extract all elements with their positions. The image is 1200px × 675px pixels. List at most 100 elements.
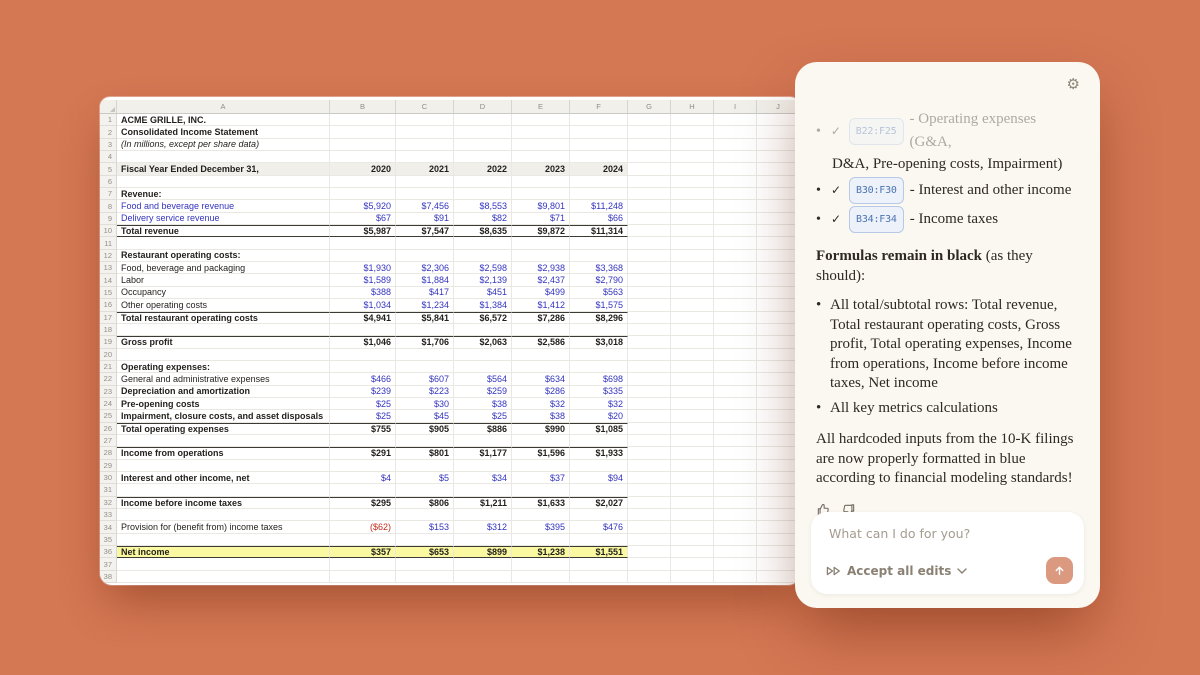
sheet-cell-I23[interactable] — [714, 385, 757, 398]
sheet-cell-B32[interactable]: $295 — [330, 496, 396, 509]
sheet-cell-C28[interactable]: $801 — [396, 447, 454, 460]
sheet-cell-I9[interactable] — [714, 212, 757, 226]
row-header-30[interactable]: 30 — [100, 471, 117, 485]
sheet-cell-D3[interactable] — [454, 138, 512, 152]
row-header-36[interactable]: 36 — [100, 546, 117, 559]
sheet-cell-I20[interactable] — [714, 348, 757, 361]
row-header-16[interactable]: 16 — [100, 299, 117, 312]
sheet-cell-G2[interactable] — [628, 126, 671, 139]
composer-input[interactable] — [827, 525, 1072, 542]
sheet-cell-C32[interactable]: $806 — [396, 496, 454, 509]
sheet-cell-A2[interactable]: Consolidated Income Statement — [117, 126, 330, 139]
sheet-cell-B27[interactable] — [330, 434, 396, 448]
sheet-cell-G1[interactable] — [628, 114, 671, 127]
sheet-cell-I29[interactable] — [714, 459, 757, 472]
sheet-cell-B38[interactable] — [330, 570, 396, 584]
sheet-cell-E10[interactable]: $9,872 — [512, 225, 570, 238]
sheet-cell-J28[interactable] — [757, 447, 800, 460]
sheet-cell-E20[interactable] — [512, 348, 570, 361]
sheet-cell-E28[interactable]: $1,596 — [512, 447, 570, 460]
sheet-cell-H25[interactable] — [671, 410, 714, 423]
sheet-cell-E37[interactable] — [512, 558, 570, 571]
row-header-20[interactable]: 20 — [100, 348, 117, 361]
sheet-cell-A24[interactable]: Pre-opening costs — [117, 397, 330, 411]
row-header-1[interactable]: 1 — [100, 114, 117, 127]
sheet-cell-F35[interactable] — [570, 533, 628, 547]
sheet-cell-H28[interactable] — [671, 447, 714, 460]
sheet-cell-B18[interactable] — [330, 323, 396, 337]
sheet-cell-G30[interactable] — [628, 471, 671, 485]
sheet-cell-I12[interactable] — [714, 249, 757, 263]
sheet-cell-F20[interactable] — [570, 348, 628, 361]
sheet-cell-E4[interactable] — [512, 151, 570, 164]
sheet-cell-H36[interactable] — [671, 546, 714, 559]
sheet-cell-D33[interactable] — [454, 509, 512, 522]
sheet-cell-I17[interactable] — [714, 311, 757, 324]
sheet-cell-I36[interactable] — [714, 546, 757, 559]
sheet-cell-C8[interactable]: $7,456 — [396, 200, 454, 213]
sheet-cell-C18[interactable] — [396, 323, 454, 337]
sheet-cell-G6[interactable] — [628, 175, 671, 189]
sheet-cell-C6[interactable] — [396, 175, 454, 189]
sheet-cell-B17[interactable]: $4,941 — [330, 311, 396, 324]
sheet-cell-D18[interactable] — [454, 323, 512, 337]
sheet-cell-F23[interactable]: $335 — [570, 385, 628, 398]
sheet-cell-I19[interactable] — [714, 336, 757, 349]
row-header-26[interactable]: 26 — [100, 422, 117, 435]
sheet-cell-E19[interactable]: $2,586 — [512, 336, 570, 349]
sheet-cell-C35[interactable] — [396, 533, 454, 547]
sheet-cell-F31[interactable] — [570, 484, 628, 497]
sheet-cell-A1[interactable]: ACME GRILLE, INC. — [117, 114, 330, 127]
accept-all-edits-button[interactable]: Accept all edits — [826, 564, 968, 578]
sheet-cell-A18[interactable] — [117, 323, 330, 337]
sheet-cell-J1[interactable] — [757, 114, 800, 127]
sheet-cell-G31[interactable] — [628, 484, 671, 497]
sheet-cell-E14[interactable]: $2,437 — [512, 274, 570, 287]
sheet-cell-H9[interactable] — [671, 212, 714, 226]
sheet-cell-E11[interactable] — [512, 237, 570, 250]
sheet-cell-C5[interactable]: 2021 — [396, 163, 454, 176]
column-header-F[interactable]: F — [570, 100, 628, 114]
sheet-cell-A4[interactable] — [117, 151, 330, 164]
sheet-cell-F38[interactable] — [570, 570, 628, 584]
sheet-cell-D2[interactable] — [454, 126, 512, 139]
sheet-cell-G18[interactable] — [628, 323, 671, 337]
sheet-cell-J10[interactable] — [757, 225, 800, 238]
sheet-cell-A21[interactable]: Operating expenses: — [117, 360, 330, 374]
sheet-cell-A28[interactable]: Income from operations — [117, 447, 330, 460]
column-header-E[interactable]: E — [512, 100, 570, 114]
sheet-cell-B15[interactable]: $388 — [330, 286, 396, 300]
sheet-cell-C16[interactable]: $1,234 — [396, 299, 454, 312]
sheet-cell-E21[interactable] — [512, 360, 570, 374]
sheet-cell-H3[interactable] — [671, 138, 714, 152]
sheet-cell-B26[interactable]: $755 — [330, 422, 396, 435]
sheet-cell-J32[interactable] — [757, 496, 800, 509]
row-header-21[interactable]: 21 — [100, 360, 117, 374]
sheet-cell-E26[interactable]: $990 — [512, 422, 570, 435]
sheet-cell-H19[interactable] — [671, 336, 714, 349]
sheet-cell-C30[interactable]: $5 — [396, 471, 454, 485]
sheet-cell-I25[interactable] — [714, 410, 757, 423]
sheet-cell-D37[interactable] — [454, 558, 512, 571]
sheet-cell-G25[interactable] — [628, 410, 671, 423]
sheet-cell-C21[interactable] — [396, 360, 454, 374]
sheet-cell-F11[interactable] — [570, 237, 628, 250]
sheet-cell-F26[interactable]: $1,085 — [570, 422, 628, 435]
sheet-cell-A3[interactable]: (In millions, except per share data) — [117, 138, 330, 152]
sheet-cell-H1[interactable] — [671, 114, 714, 127]
sheet-cell-E33[interactable] — [512, 509, 570, 522]
sheet-cell-D15[interactable]: $451 — [454, 286, 512, 300]
sheet-cell-H14[interactable] — [671, 274, 714, 287]
sheet-cell-D31[interactable] — [454, 484, 512, 497]
sheet-cell-B9[interactable]: $67 — [330, 212, 396, 226]
sheet-cell-A34[interactable]: Provision for (benefit from) income taxe… — [117, 521, 330, 534]
sheet-cell-D13[interactable]: $2,598 — [454, 262, 512, 275]
row-header-3[interactable]: 3 — [100, 138, 117, 152]
sheet-cell-H11[interactable] — [671, 237, 714, 250]
sheet-cell-B25[interactable]: $25 — [330, 410, 396, 423]
sheet-cell-C7[interactable] — [396, 188, 454, 201]
sheet-cell-I27[interactable] — [714, 434, 757, 448]
sheet-cell-G37[interactable] — [628, 558, 671, 571]
sheet-cell-C36[interactable]: $653 — [396, 546, 454, 559]
sheet-cell-I21[interactable] — [714, 360, 757, 374]
